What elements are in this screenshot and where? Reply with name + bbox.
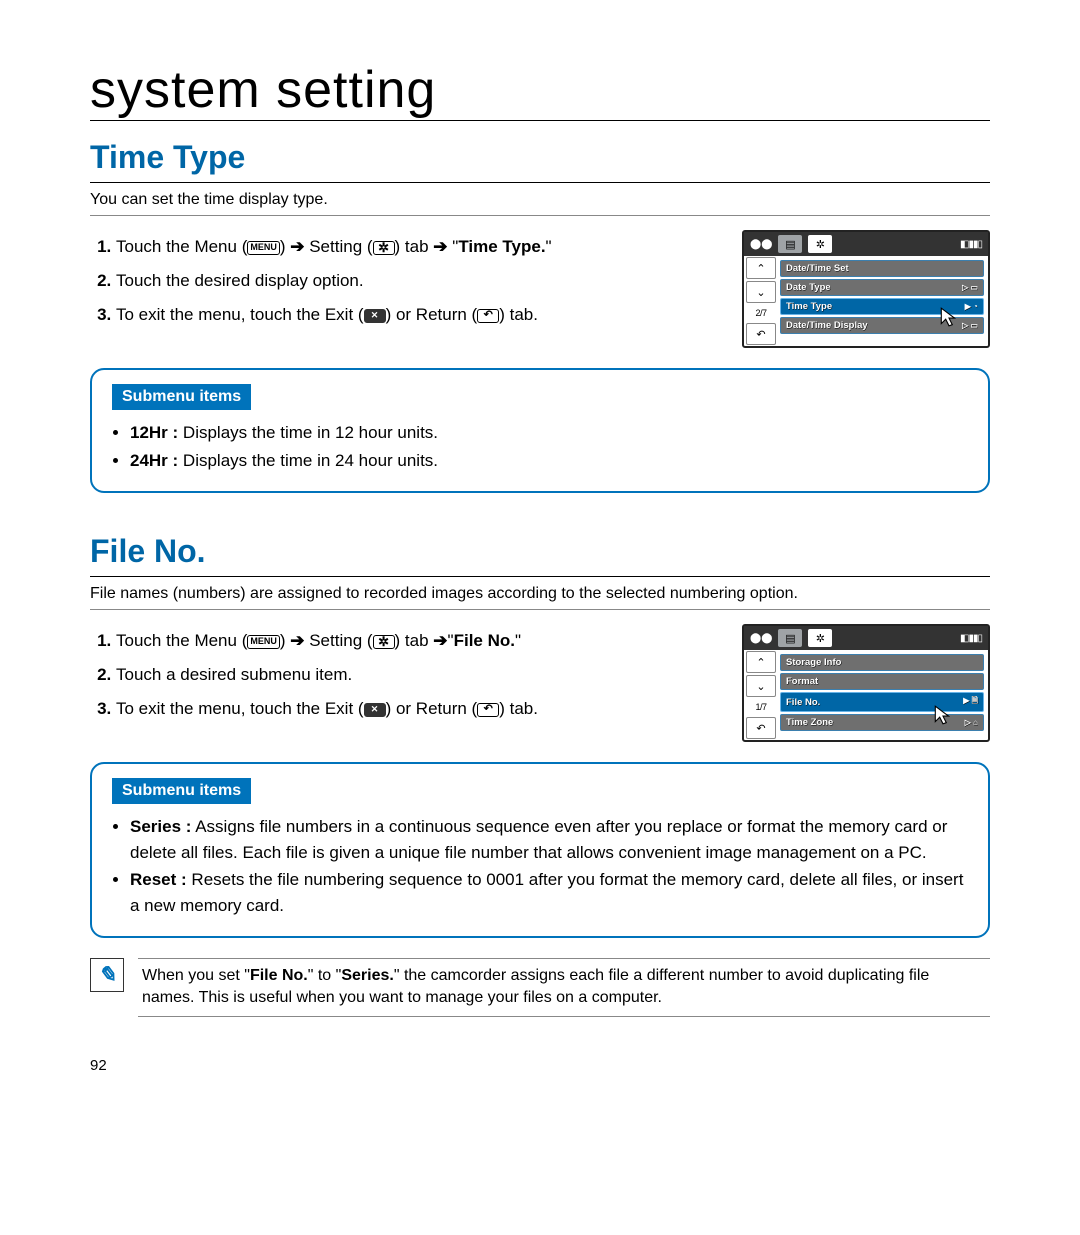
section-desc-file-no: File names (numbers) are assigned to rec… <box>90 581 990 610</box>
note-text: When you set "File No." to "Series." the… <box>138 958 990 1017</box>
exit-icon <box>364 703 386 717</box>
scroll-up-button: ⌃ <box>746 651 776 673</box>
menu-row: Storage Info <box>780 654 984 671</box>
menu-icon: MENU <box>247 241 280 255</box>
note: ✎ When you set "File No." to "Series." t… <box>90 958 990 1017</box>
step-2: Touch a desired submenu item. <box>116 658 724 692</box>
menu-row: Date/Time Set <box>780 260 984 277</box>
submenu-label: Submenu items <box>112 384 251 410</box>
step-1: Touch the Menu (MENU) ➔ Setting () tab ➔… <box>116 230 724 264</box>
submenu-item: 12Hr : Displays the time in 12 hour unit… <box>130 420 968 446</box>
page-title: system setting <box>90 60 990 121</box>
menu-row: Date Type▷ ▭ <box>780 279 984 296</box>
menu-row: Time Zone▷ ⌂ <box>780 714 984 731</box>
steps-time-type: Touch the Menu (MENU) ➔ Setting () tab ➔… <box>90 230 724 332</box>
section-heading-file-no: File No. <box>90 533 990 577</box>
arrow-icon: ➔ <box>433 237 447 256</box>
arrow-icon: ➔ <box>290 631 304 650</box>
camcorder-screen-file-no: ⬤⬤ ▤ ✲ ◧▮▮▯ ⌃ ⌄ 1/7 ↶ Storage Info Forma… <box>742 624 990 742</box>
battery-icon: ◧▮▮▯ <box>960 239 982 250</box>
note-icon: ✎ <box>90 958 124 992</box>
steps-file-no: Touch the Menu (MENU) ➔ Setting () tab ➔… <box>90 624 724 726</box>
scroll-down-button: ⌄ <box>746 675 776 697</box>
back-button: ↶ <box>746 717 776 739</box>
gear-icon <box>373 635 395 649</box>
submenu-label: Submenu items <box>112 778 251 804</box>
battery-icon: ◧▮▮▯ <box>960 633 982 644</box>
page-indicator: 1/7 <box>744 698 778 716</box>
section-desc-time-type: You can set the time display type. <box>90 187 990 216</box>
submenu-box-file-no: Submenu items Series : Assigns file numb… <box>90 762 990 938</box>
tab-list-icon: ▤ <box>778 629 802 647</box>
back-button: ↶ <box>746 323 776 345</box>
step-2: Touch the desired display option. <box>116 264 724 298</box>
menu-row-selected: Time Type▶ ◔ <box>780 298 984 315</box>
page-indicator: 2/7 <box>744 304 778 322</box>
menu-row: Format <box>780 673 984 690</box>
page-number: 92 <box>90 1057 990 1074</box>
tab-settings-icon: ✲ <box>808 235 832 253</box>
step-3: To exit the menu, touch the Exit () or R… <box>116 298 724 332</box>
submenu-box-time-type: Submenu items 12Hr : Displays the time i… <box>90 368 990 493</box>
submenu-item: 24Hr : Displays the time in 24 hour unit… <box>130 448 968 474</box>
arrow-icon: ➔ <box>290 237 304 256</box>
camcorder-mode-icon: ⬤⬤ <box>750 239 772 250</box>
camcorder-screen-time-type: ⬤⬤ ▤ ✲ ◧▮▮▯ ⌃ ⌄ 2/7 ↶ Date/Time Set Date… <box>742 230 990 348</box>
return-icon <box>477 309 499 323</box>
arrow-icon: ➔ <box>433 631 447 650</box>
tab-settings-icon: ✲ <box>808 629 832 647</box>
menu-icon: MENU <box>247 635 280 649</box>
scroll-up-button: ⌃ <box>746 257 776 279</box>
gear-icon <box>373 241 395 255</box>
scroll-down-button: ⌄ <box>746 281 776 303</box>
exit-icon <box>364 309 386 323</box>
step-3: To exit the menu, touch the Exit () or R… <box>116 692 724 726</box>
tab-list-icon: ▤ <box>778 235 802 253</box>
submenu-item: Reset : Resets the file numbering sequen… <box>130 867 968 918</box>
submenu-item: Series : Assigns file numbers in a conti… <box>130 814 968 865</box>
step-1: Touch the Menu (MENU) ➔ Setting () tab ➔… <box>116 624 724 658</box>
menu-row: Date/Time Display▷ ▭ <box>780 317 984 334</box>
return-icon <box>477 703 499 717</box>
camcorder-mode-icon: ⬤⬤ <box>750 633 772 644</box>
section-heading-time-type: Time Type <box>90 139 990 183</box>
menu-row-selected: File No.▶ 🗎 <box>780 692 984 712</box>
